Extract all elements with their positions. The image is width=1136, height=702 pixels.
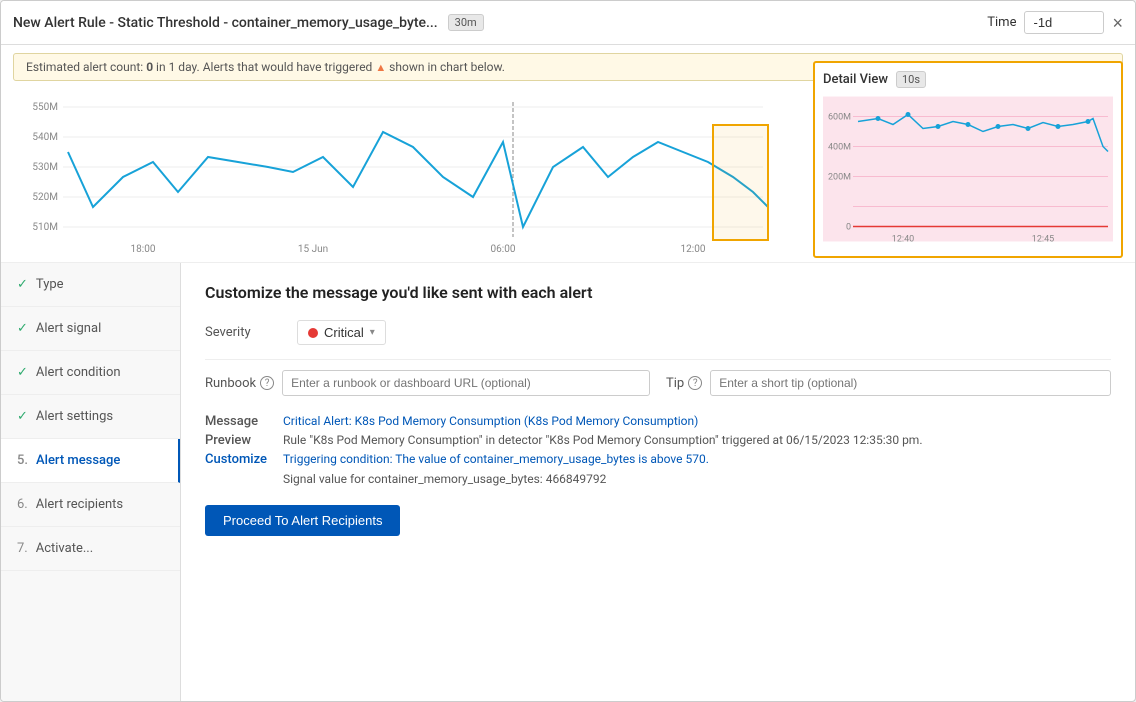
svg-text:550M: 550M: [32, 102, 58, 113]
severity-dot: [308, 328, 318, 338]
preview-label: Preview: [205, 431, 267, 448]
svg-text:12:45: 12:45: [1032, 235, 1054, 245]
sidebar-label-settings: Alert settings: [36, 409, 113, 424]
detail-time-badge: 10s: [896, 71, 926, 88]
sidebar-label-signal: Alert signal: [36, 321, 101, 336]
main-content: ✓ Type ✓ Alert signal ✓ Alert condition …: [1, 263, 1135, 701]
sidebar-label-type: Type: [36, 277, 64, 292]
message-label: Message: [205, 412, 267, 429]
main-chart-container: 550M 540M 530M 520M 510M 18:00 15 Jun 06…: [13, 87, 773, 262]
sidebar-label-activate: Activate...: [36, 541, 93, 556]
svg-text:540M: 540M: [32, 132, 58, 143]
svg-text:12:40: 12:40: [892, 235, 914, 245]
sidebar-label-condition: Alert condition: [36, 365, 121, 380]
sidebar-label-recipients: Alert recipients: [36, 497, 123, 512]
panel-title: Customize the message you'd like sent wi…: [205, 283, 1111, 302]
close-button[interactable]: ×: [1112, 14, 1123, 32]
num-recipients: 6.: [17, 497, 28, 512]
num-message: 5.: [17, 453, 28, 468]
check-icon-settings: ✓: [17, 409, 28, 424]
svg-text:200M: 200M: [828, 173, 851, 183]
runbook-label: Runbook ?: [205, 376, 274, 391]
svg-text:15 Jun: 15 Jun: [298, 244, 328, 255]
sidebar-item-alert-recipients[interactable]: 6. Alert recipients: [1, 483, 180, 527]
sidebar-item-activate[interactable]: 7. Activate...: [1, 527, 180, 571]
num-activate: 7.: [17, 541, 28, 556]
header-left: New Alert Rule - Static Threshold - cont…: [13, 14, 484, 31]
sidebar-label-message: Alert message: [36, 453, 120, 468]
main-chart-svg: 550M 540M 530M 520M 510M 18:00 15 Jun 06…: [13, 87, 773, 262]
svg-text:18:00: 18:00: [131, 244, 156, 255]
proceed-button[interactable]: Proceed To Alert Recipients: [205, 505, 400, 536]
time-badge: 30m: [448, 14, 484, 31]
severity-dropdown[interactable]: Critical ▾: [297, 320, 386, 345]
runbook-help-icon[interactable]: ?: [260, 376, 274, 390]
detail-header: Detail View 10s: [823, 71, 1113, 88]
check-icon-type: ✓: [17, 277, 28, 292]
time-label: Time: [987, 15, 1016, 30]
tip-group: Tip ?: [666, 370, 1111, 396]
runbook-tip-row: Runbook ? Tip ?: [205, 370, 1111, 396]
detail-view-panel: Detail View 10s 600M 400M 200M 0 12:40 1…: [813, 61, 1123, 258]
tip-help-icon[interactable]: ?: [688, 376, 702, 390]
right-panel: Customize the message you'd like sent wi…: [181, 263, 1135, 701]
detail-view-title: Detail View: [823, 72, 888, 87]
tip-label: Tip ?: [666, 376, 702, 391]
sidebar-item-alert-settings[interactable]: ✓ Alert settings: [1, 395, 180, 439]
chevron-down-icon: ▾: [370, 327, 375, 338]
header-right: Time ×: [987, 11, 1123, 34]
customize-link[interactable]: Customize: [205, 450, 267, 467]
svg-text:510M: 510M: [32, 222, 58, 233]
tip-input[interactable]: [710, 370, 1111, 396]
msg-body: Rule "K8s Pod Memory Consumption" in det…: [283, 431, 1111, 450]
svg-text:520M: 520M: [32, 192, 58, 203]
sidebar-item-alert-condition[interactable]: ✓ Alert condition: [1, 351, 180, 395]
sidebar-item-alert-signal[interactable]: ✓ Alert signal: [1, 307, 180, 351]
check-icon-condition: ✓: [17, 365, 28, 380]
window-title: New Alert Rule - Static Threshold - cont…: [13, 15, 438, 31]
svg-text:12:00: 12:00: [681, 244, 706, 255]
sidebar-item-alert-message[interactable]: 5. Alert message: [1, 439, 180, 483]
message-preview-section: Message Preview Customize Critical Alert…: [205, 412, 1111, 489]
msg-content: Critical Alert: K8s Pod Memory Consumpti…: [283, 412, 1111, 489]
svg-text:530M: 530M: [32, 162, 58, 173]
severity-label: Severity: [205, 325, 285, 340]
runbook-group: Runbook ?: [205, 370, 650, 396]
runbook-input[interactable]: [282, 370, 650, 396]
sidebar-item-type[interactable]: ✓ Type: [1, 263, 180, 307]
msg-title: Critical Alert: K8s Pod Memory Consumpti…: [283, 412, 1111, 431]
detail-chart-svg: 600M 400M 200M 0 12:40 12:45: [823, 94, 1113, 244]
severity-value: Critical: [324, 325, 364, 340]
severity-row: Severity Critical ▾: [205, 320, 1111, 345]
main-window: New Alert Rule - Static Threshold - cont…: [0, 0, 1136, 702]
msg-signal: Signal value for container_memory_usage_…: [283, 470, 1111, 489]
header: New Alert Rule - Static Threshold - cont…: [1, 1, 1135, 45]
svg-text:06:00: 06:00: [491, 244, 516, 255]
msg-trigger: Triggering condition: The value of conta…: [283, 450, 1111, 469]
banner-text: Estimated alert count: 0 in 1 day. Alert…: [26, 60, 505, 74]
sidebar: ✓ Type ✓ Alert signal ✓ Alert condition …: [1, 263, 181, 701]
msg-labels: Message Preview Customize: [205, 412, 267, 489]
check-icon-signal: ✓: [17, 321, 28, 336]
svg-text:0: 0: [846, 223, 851, 233]
svg-text:400M: 400M: [828, 143, 851, 153]
time-input[interactable]: [1024, 11, 1104, 34]
svg-text:600M: 600M: [828, 113, 851, 123]
